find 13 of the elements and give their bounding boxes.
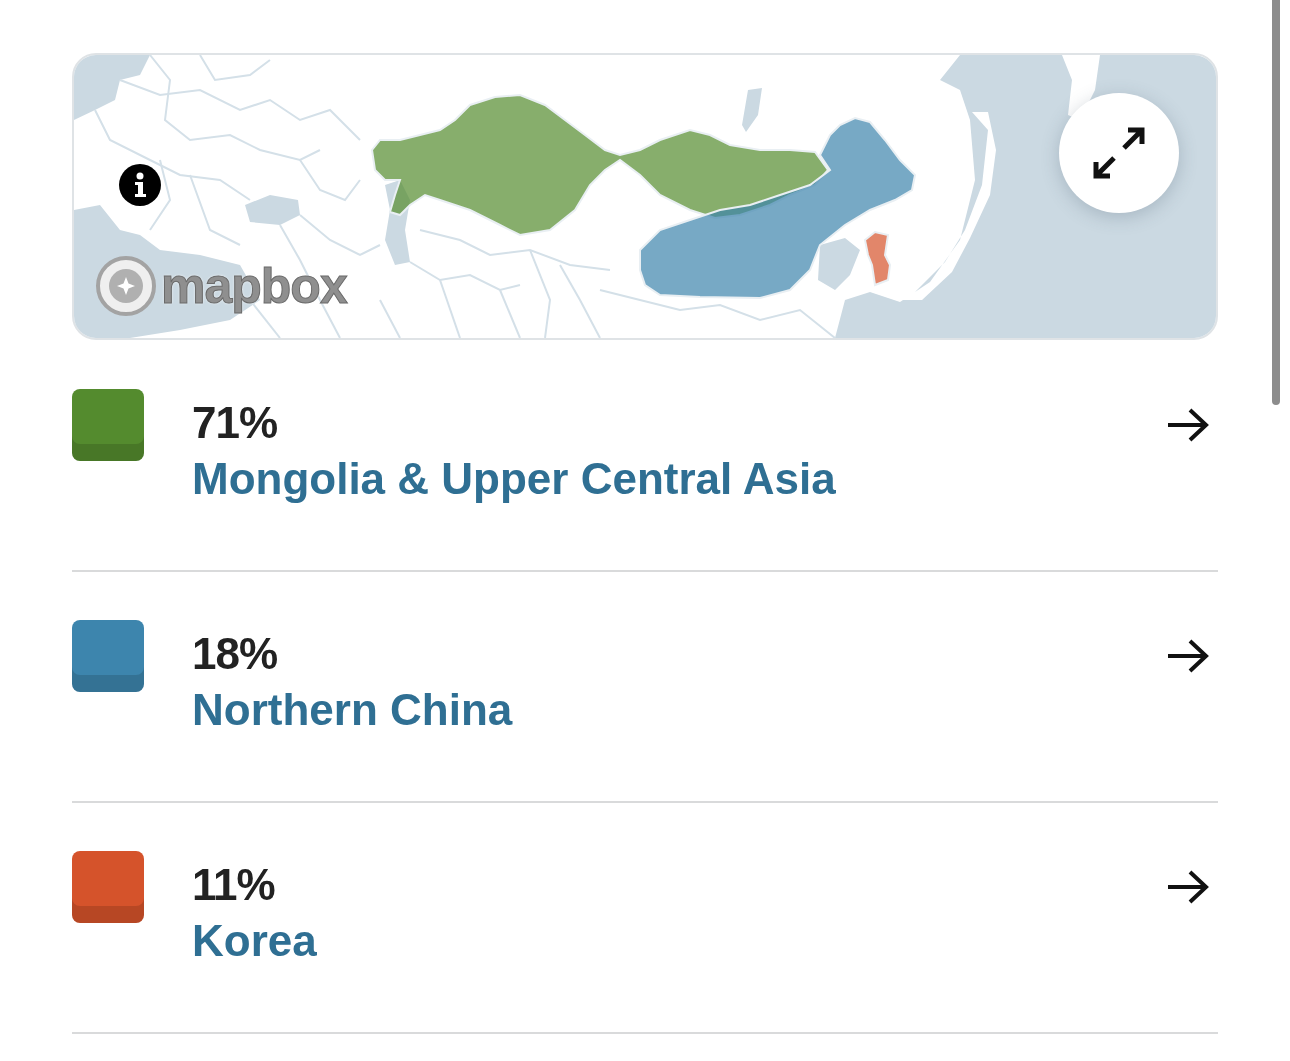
percentage-text: 71% bbox=[192, 397, 278, 449]
percentage-text: 18% bbox=[192, 628, 278, 680]
right-arrow-icon[interactable] bbox=[1166, 869, 1210, 905]
region-link[interactable]: Northern China bbox=[192, 682, 513, 738]
logo-icon bbox=[95, 255, 157, 317]
region-link[interactable]: Mongolia & Upper Central Asia bbox=[192, 451, 836, 507]
scrollbar[interactable] bbox=[1272, 0, 1280, 405]
right-arrow-icon[interactable] bbox=[1166, 407, 1210, 443]
right-arrow-icon[interactable] bbox=[1166, 638, 1210, 674]
info-icon[interactable] bbox=[119, 164, 161, 206]
percentage-text: 11% bbox=[192, 859, 275, 911]
expand-icon bbox=[1091, 125, 1147, 181]
region-link[interactable]: Korea bbox=[192, 913, 317, 969]
